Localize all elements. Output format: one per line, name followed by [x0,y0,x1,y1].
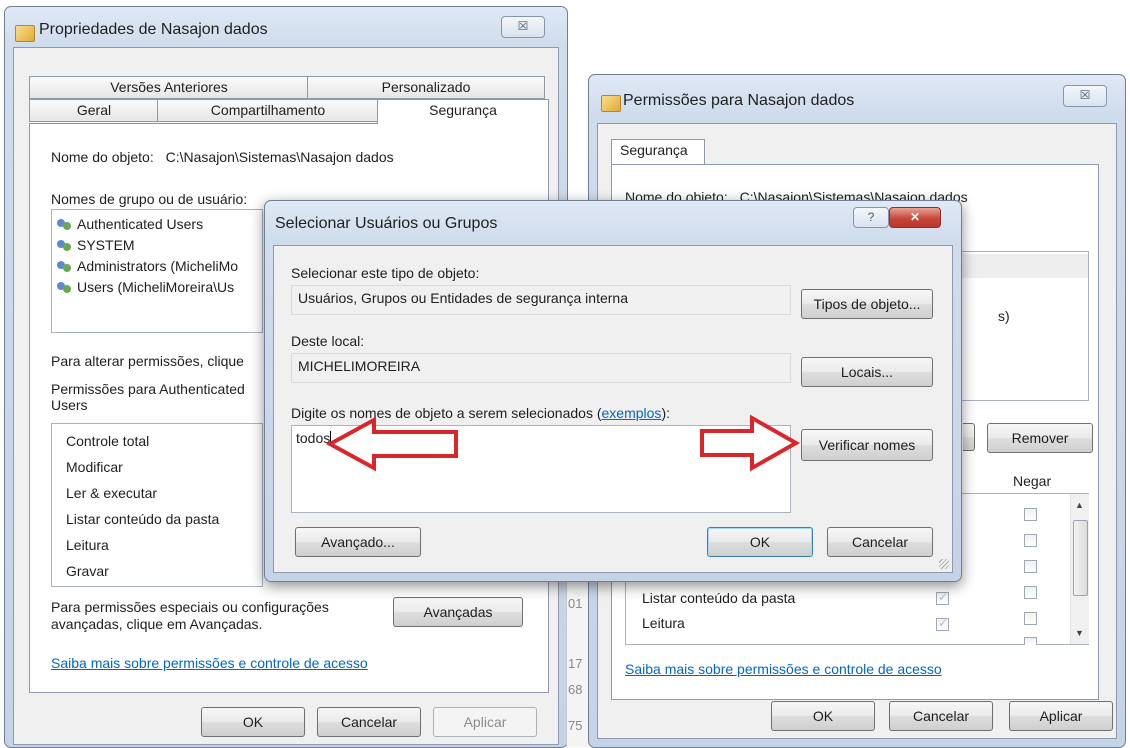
list-item: Modificar [66,459,123,475]
deny-checkbox[interactable] [1024,612,1037,625]
list-item: Leitura [66,537,109,553]
list-item[interactable]: Administrators (MicheliMo [56,256,258,277]
object-name-value: C:\Nasajon\Sistemas\Nasajon dados [165,149,394,165]
tab-security[interactable]: Segurança [611,139,705,164]
ok-button[interactable]: OK [707,527,813,557]
allow-checkbox [936,590,949,605]
list-item[interactable]: SYSTEM [56,235,258,256]
change-permissions-text: Para alterar permissões, clique [51,353,244,369]
dialog-close-button[interactable]: ✕ [889,207,941,228]
location-label: Deste local: [291,333,365,349]
list-item: Gravar [66,563,109,579]
scroll-down-icon[interactable]: ▼ [1075,628,1084,638]
ok-button[interactable]: OK [201,707,305,737]
apply-button: Aplicar [433,707,537,737]
properties-window-title: Propriedades de Nasajon dados [39,21,268,38]
cancel-button[interactable]: Cancelar [889,701,993,731]
users-icon [56,238,74,252]
dialog-title: Selecionar Usuários ou Grupos [275,215,498,232]
add-button-partial[interactable] [963,423,975,451]
right-arrow-shape [700,414,801,472]
check-names-button[interactable]: Verificar nomes [801,429,933,461]
folder-icon [601,95,621,112]
object-type-field: Usuários, Grupos ou Entidades de seguran… [291,285,791,315]
left-arrow-annotation [325,416,458,472]
users-icon [56,280,74,294]
user-name: Administrators (MicheliMo [77,258,239,274]
deny-checkbox[interactable] [1024,637,1037,645]
tab-security[interactable]: Segurança [377,99,549,124]
learn-more-link[interactable]: Saiba mais sobre permissões e controle d… [51,655,368,671]
object-type-label: Selecionar este tipo de objeto: [291,265,480,281]
examples-link[interactable]: exemplos [602,405,662,421]
background-fragment: 68 [568,682,583,697]
close-icon: ✕ [909,210,921,224]
users-list[interactable]: Authenticated Users SYSTEM Administrator… [51,209,263,333]
tab-sharing[interactable]: Compartilhamento [157,99,379,122]
tab-custom[interactable]: Personalizado [307,76,545,99]
object-names-label-end: ): [661,405,670,421]
permissions-close-button[interactable]: ☒ [1063,85,1107,107]
scroll-thumb[interactable] [1073,520,1088,596]
object-name-row: Nome do objeto: C:\Nasajon\Sistemas\Nasa… [51,149,394,165]
deny-header: Negar [1013,473,1052,489]
group-names-label: Nomes de grupo ou de usuário: [51,191,248,207]
list-item: Controle total [66,433,150,449]
object-types-button[interactable]: Tipos de objeto... [801,289,933,319]
partial-text: s) [998,308,1010,324]
advanced-button[interactable]: Avançado... [295,527,421,557]
deny-checkbox[interactable] [1024,534,1037,547]
tab-previous-versions[interactable]: Versões Anteriores [29,76,309,99]
cancel-button[interactable]: Cancelar [827,527,933,557]
permissions-list[interactable]: Controle total Modificar Ler & executar … [51,423,263,587]
background-fragment: 01 [568,596,583,611]
apply-button[interactable]: Aplicar [1009,701,1113,731]
advanced-button[interactable]: Avançadas [393,597,523,627]
location-field: MICHELIMOREIRA [291,353,791,383]
resize-grip[interactable] [939,559,949,569]
user-name: Users (MicheliMoreira\Us [77,279,235,295]
folder-icon [15,25,35,42]
locations-button[interactable]: Locais... [801,357,933,387]
list-item: Ler & executar [66,485,158,501]
special-permissions-text: Para permissões especiais ou configuraçõ… [51,599,329,632]
list-item: Listar conteúdo da pasta [642,590,796,606]
user-name: SYSTEM [77,237,135,253]
select-users-dialog: Selecionar Usuários ou Grupos ? ✕ Seleci… [264,200,962,582]
deny-checkbox[interactable] [1024,586,1037,599]
deny-checkbox[interactable] [1024,560,1037,573]
list-item[interactable]: Users (MicheliMoreira\Us [56,277,258,298]
properties-close-button[interactable]: ☒ [501,16,545,38]
list-item[interactable]: Authenticated Users [56,214,258,235]
list-item: Listar conteúdo da pasta [66,511,220,527]
permissions-scrollbar[interactable]: ▲ ▼ [1070,494,1089,644]
background-window-strip: 01 17 68 75 [566,580,589,747]
scroll-up-icon[interactable]: ▲ [1075,500,1084,510]
allow-checkbox [936,616,949,631]
deny-checkbox[interactable] [1024,508,1037,521]
object-name-label: Nome do objeto: [51,149,154,165]
learn-more-link[interactable]: Saiba mais sobre permissões e controle d… [625,661,942,677]
cancel-button[interactable]: Cancelar [317,707,421,737]
permissions-window-title: Permissões para Nasajon dados [623,92,855,109]
background-fragment: 17 [568,656,583,671]
remove-button[interactable]: Remover [987,423,1093,453]
help-icon: ? [867,210,875,224]
tab-general[interactable]: Geral [29,99,159,122]
ok-button[interactable]: OK [771,701,875,731]
list-item: Leitura [642,615,685,631]
left-arrow-shape [325,416,458,472]
user-name: Authenticated Users [77,216,204,232]
users-icon [56,217,74,231]
permissions-for-label: Permissões para Authenticated Users [51,381,245,413]
users-icon [56,259,74,273]
help-button[interactable]: ? [853,207,889,228]
background-fragment: 75 [568,718,583,733]
right-arrow-annotation [700,414,801,472]
